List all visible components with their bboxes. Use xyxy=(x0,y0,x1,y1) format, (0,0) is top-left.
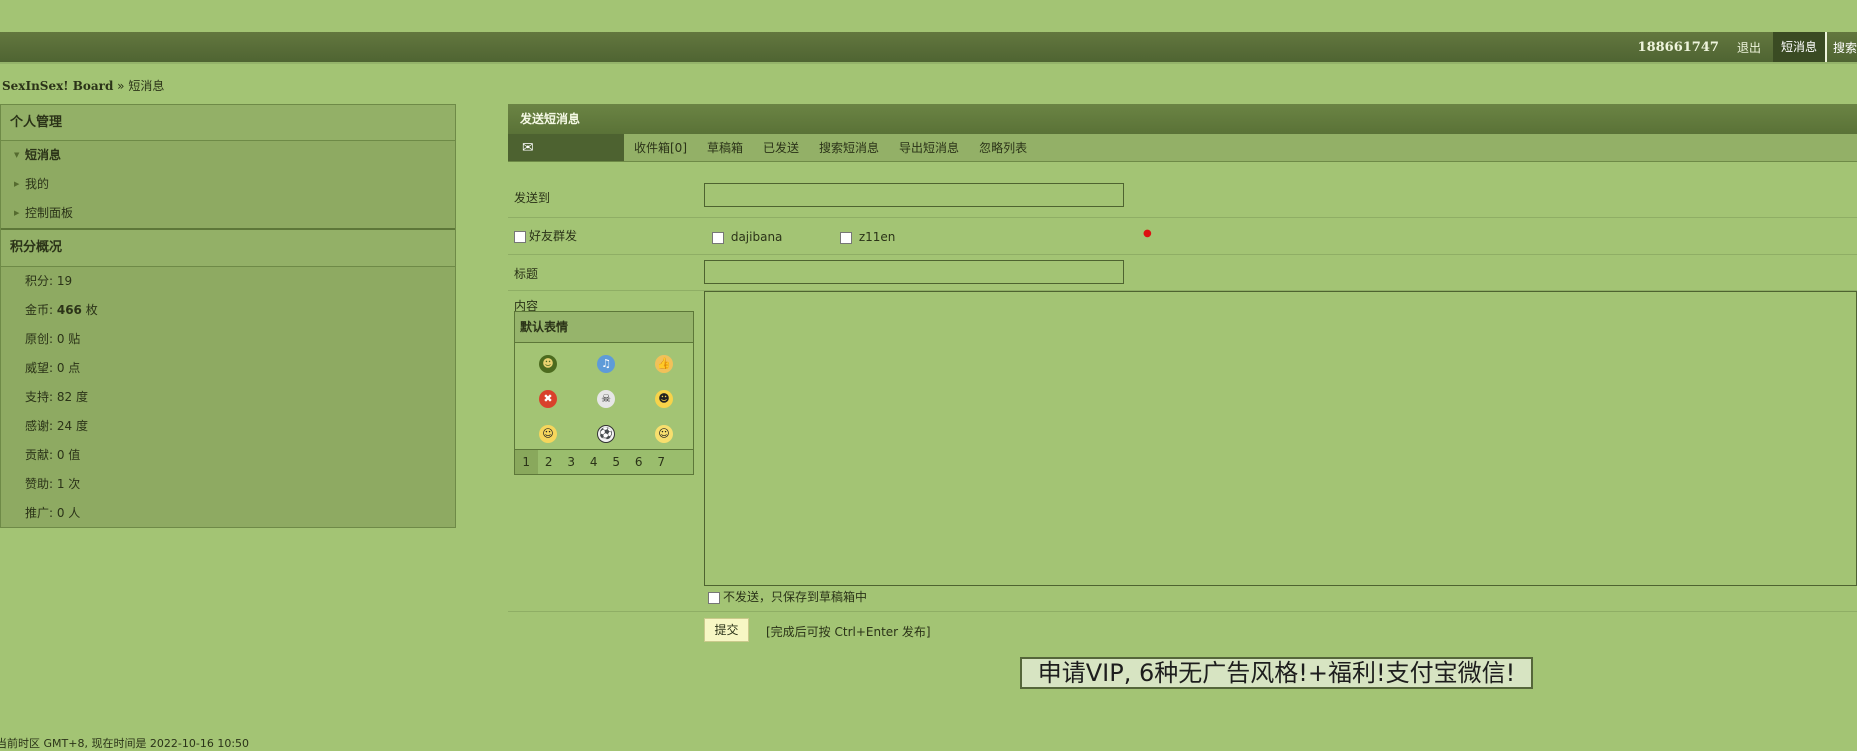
friend-option-1[interactable]: dajibana xyxy=(712,230,782,244)
friend-name: z11en xyxy=(858,230,896,244)
save-draft-checkbox[interactable] xyxy=(708,591,720,604)
breadcrumb-separator: » xyxy=(117,79,125,93)
smiley-skull-icon[interactable]: ☠ xyxy=(577,381,635,416)
subject-label: 标题 xyxy=(514,267,539,281)
breadcrumb: SexInSex! Board » 短消息 xyxy=(2,77,164,94)
smiley-thumbsup-icon[interactable]: 👍 xyxy=(635,346,693,381)
tab-compose[interactable]: ✉ xyxy=(508,134,624,161)
tab-drafts[interactable]: 草稿箱 xyxy=(697,139,753,156)
content-textarea[interactable] xyxy=(704,291,1857,586)
score-weiwang: 威望: 0 点 xyxy=(25,361,81,375)
score-gongxian: 贡献: 0 值 xyxy=(25,448,81,462)
smiley-sleepy-icon[interactable]: ☺ xyxy=(635,416,693,451)
friend-name: dajibana xyxy=(730,230,783,244)
coin-unit: 枚 xyxy=(81,303,98,317)
smilies-pagination: 1 2 3 4 5 6 7 xyxy=(515,449,693,474)
sidebar-item-mine[interactable]: ▶ 我的 xyxy=(1,170,455,199)
tab-search[interactable]: 搜索短消息 xyxy=(809,139,889,156)
score-zanzhu: 赞助: 1 次 xyxy=(25,477,81,491)
top-navbar: 188661747 退出 短消息 搜索 xyxy=(0,32,1857,64)
friend-option-2[interactable]: z11en xyxy=(840,230,895,244)
sidebar: 个人管理 ▼ 短消息 ▶ 我的 ▶ 控制面板 积分概况 积分: 19 金币: 4… xyxy=(0,104,456,528)
score-zhichi: 支持: 82 度 xyxy=(25,390,88,404)
tab-inbox[interactable]: 收件箱[0] xyxy=(624,139,697,156)
coin-value: 466 xyxy=(56,303,82,317)
smiley-army-icon[interactable]: ☻ xyxy=(519,346,577,381)
smilies-title: 默认表情 xyxy=(515,312,693,343)
required-marker-icon: ● xyxy=(1143,228,1152,239)
tab-export[interactable]: 导出短消息 xyxy=(889,139,969,156)
compose-envelope-icon: ✉ xyxy=(522,139,534,156)
score-tuiguang: 推广: 0 人 xyxy=(25,506,81,520)
smiley-soccer-icon[interactable]: ⚽ xyxy=(577,416,635,451)
subject-row: 标题 xyxy=(508,255,1857,291)
save-draft-label: 不发送，只保存到草稿箱中 xyxy=(723,590,868,604)
collapsed-triangle-icon: ▶ xyxy=(14,180,20,188)
score-ganxie: 感谢: 24 度 xyxy=(25,419,88,433)
smilies-page-5[interactable]: 5 xyxy=(605,455,628,469)
smilies-page-2[interactable]: 2 xyxy=(538,455,561,469)
smilies-page-7[interactable]: 7 xyxy=(650,455,673,469)
score-jifen: 积分: 19 xyxy=(25,274,73,288)
breadcrumb-board-link[interactable]: SexInSex! Board xyxy=(2,79,113,93)
send-to-row: 发送到 xyxy=(508,162,1857,218)
compose-panel: 发送短消息 ✉ 收件箱[0] 草稿箱 已发送 搜索短消息 导出短消息 忽略列表 … xyxy=(508,104,1857,642)
coin-prefix: 金币: xyxy=(25,303,57,317)
user-id[interactable]: 188661747 xyxy=(1638,40,1719,55)
smilies-page-3[interactable]: 3 xyxy=(560,455,583,469)
smiley-music-icon[interactable]: ♫ xyxy=(577,346,635,381)
tab-ignore-list[interactable]: 忽略列表 xyxy=(969,139,1037,156)
score-coin: 金币: 466 枚 xyxy=(1,296,455,325)
send-to-input[interactable] xyxy=(704,183,1124,207)
submit-button[interactable]: 提交 xyxy=(704,618,749,642)
send-to-label: 发送到 xyxy=(514,191,551,205)
sidebar-title: 个人管理 xyxy=(1,105,455,141)
collapsed-triangle-icon: ▶ xyxy=(14,209,20,217)
score-yuanchuang: 原创: 0 贴 xyxy=(25,332,81,346)
message-tabs: ✉ 收件箱[0] 草稿箱 已发送 搜索短消息 导出短消息 忽略列表 xyxy=(508,134,1857,162)
group-send-checkbox[interactable] xyxy=(514,230,526,243)
save-draft-option[interactable]: 不发送，只保存到草稿箱中 xyxy=(708,588,867,605)
logout-link[interactable]: 退出 xyxy=(1737,39,1761,56)
sidebar-item-label: 我的 xyxy=(25,177,50,191)
footer-time: 当前时区 GMT+8, 现在时间是 2022-10-16 10:50 xyxy=(0,737,250,750)
smilies-grid: ☻ ♫ 👍 ✖ ☠ ☻ ☺ ⚽ ☺ xyxy=(515,343,693,451)
sidebar-item-label: 短消息 xyxy=(25,148,62,162)
group-send-label: 好友群发 xyxy=(529,229,578,243)
smiley-cool-icon[interactable]: ☻ xyxy=(635,381,693,416)
smilies-page-6[interactable]: 6 xyxy=(628,455,651,469)
group-send-row: 好友群发 dajibana z11en ● xyxy=(508,218,1857,255)
messages-link[interactable]: 短消息 xyxy=(1772,32,1827,62)
tab-sent[interactable]: 已发送 xyxy=(753,139,809,156)
smilies-page-4[interactable]: 4 xyxy=(583,455,606,469)
group-send-option[interactable]: 好友群发 xyxy=(514,227,577,244)
score-title: 积分概况 xyxy=(1,228,455,267)
vip-banner[interactable]: 申请VIP, 6种无广告风格!+福利!支付宝微信! xyxy=(1020,657,1533,689)
smiley-angry-icon[interactable]: ✖ xyxy=(519,381,577,416)
top-nav-links: 188661747 退出 短消息 搜索 xyxy=(1638,32,1857,62)
expanded-triangle-icon: ▼ xyxy=(14,151,20,159)
breadcrumb-current: 短消息 xyxy=(128,79,165,93)
sidebar-item-control-panel[interactable]: ▶ 控制面板 xyxy=(1,199,455,228)
divider xyxy=(508,611,1857,612)
smiley-thinking-icon[interactable]: ☺ xyxy=(519,416,577,451)
search-link[interactable]: 搜索 xyxy=(1827,39,1857,56)
sidebar-item-messages[interactable]: ▼ 短消息 xyxy=(1,141,455,170)
smilies-panel: 默认表情 ☻ ♫ 👍 ✖ ☠ ☻ ☺ ⚽ ☺ 1 2 3 4 5 6 7 xyxy=(514,311,694,475)
friend-checkbox[interactable] xyxy=(712,231,724,244)
compose-title: 发送短消息 xyxy=(508,104,1857,134)
submit-hint: [完成后可按 Ctrl+Enter 发布] xyxy=(766,625,931,639)
smilies-page-1[interactable]: 1 xyxy=(515,450,538,474)
sidebar-item-label: 控制面板 xyxy=(25,206,74,220)
subject-input[interactable] xyxy=(704,260,1124,284)
friend-checkbox[interactable] xyxy=(840,231,852,244)
